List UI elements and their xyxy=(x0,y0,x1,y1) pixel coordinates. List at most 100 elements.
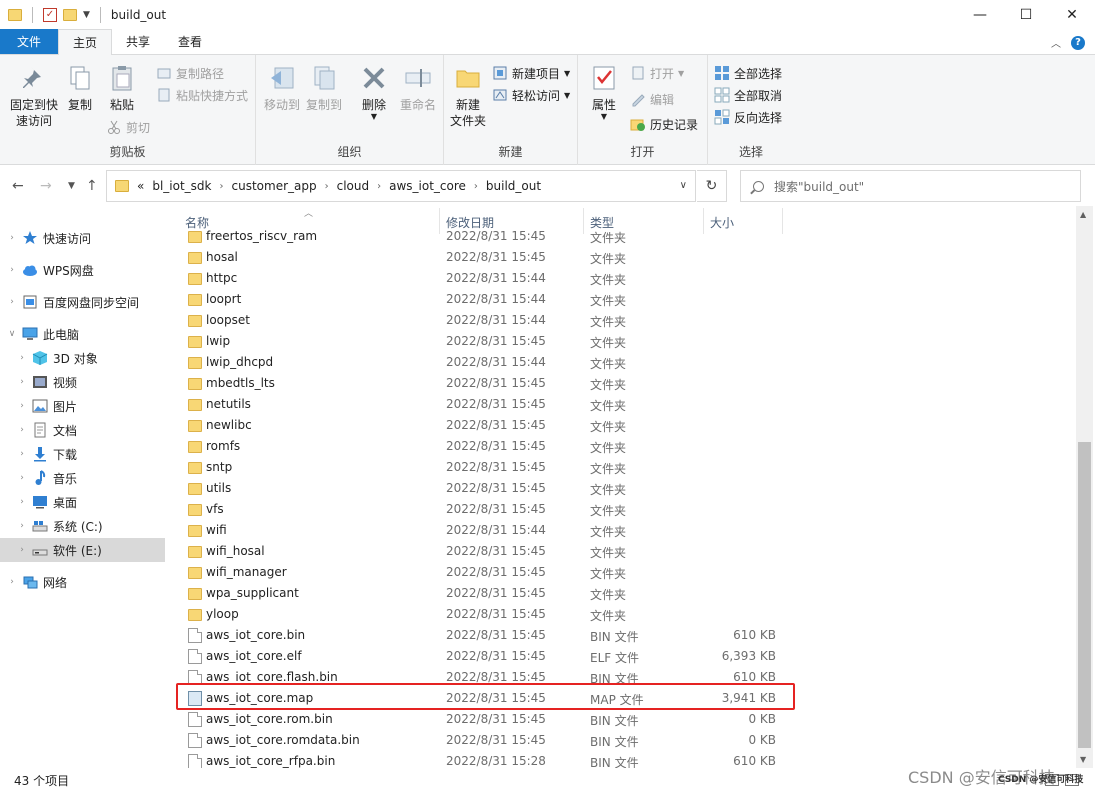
chevron-down-icon[interactable]: ▼ xyxy=(371,113,377,121)
refresh-button[interactable]: ↻ xyxy=(697,170,727,202)
chevron-right-icon[interactable]: › xyxy=(474,181,478,192)
breadcrumb-aws-iot-core[interactable]: aws_iot_core xyxy=(389,179,466,193)
tab-share[interactable]: 共享 xyxy=(112,29,164,54)
scroll-thumb[interactable] xyxy=(1078,442,1091,748)
table-row[interactable]: hosal 2022/8/31 15:45 文件夹 xyxy=(168,247,1076,268)
rename-button[interactable]: 重命名 xyxy=(396,63,440,113)
up-arrow-icon[interactable]: ↑ xyxy=(86,178,98,194)
sidebar-item[interactable]: › 百度网盘同步空间 xyxy=(0,290,165,314)
chevron-down-icon[interactable]: ▼ xyxy=(678,69,684,78)
table-row[interactable]: wpa_supplicant 2022/8/31 15:45 文件夹 xyxy=(168,583,1076,604)
breadcrumb-build-out[interactable]: build_out xyxy=(486,179,541,193)
select-none-button[interactable]: 全部取消 xyxy=(714,85,782,105)
minimize-button[interactable]: — xyxy=(957,0,1003,30)
chevron-down-icon[interactable]: ▼ xyxy=(83,10,90,20)
table-row[interactable]: aws_iot_core.rom.bin 2022/8/31 15:45 BIN 文… xyxy=(168,709,1076,730)
maximize-button[interactable]: ☐ xyxy=(1003,0,1049,30)
chevron-right-icon[interactable]: › xyxy=(16,449,28,459)
tab-file[interactable]: 文件 xyxy=(0,29,58,54)
copy-to-button[interactable]: 复制到 xyxy=(304,63,344,113)
breadcrumb-customer-app[interactable]: customer_app xyxy=(232,179,317,193)
properties-check-icon[interactable]: ✓ xyxy=(43,8,57,22)
cut-button[interactable]: 剪切 xyxy=(106,117,150,137)
table-row[interactable]: sntp 2022/8/31 15:45 文件夹 xyxy=(168,457,1076,478)
chevron-right-icon[interactable]: › xyxy=(220,181,224,192)
table-row[interactable]: wifi 2022/8/31 15:44 文件夹 xyxy=(168,520,1076,541)
chevron-down-icon[interactable]: ▼ xyxy=(601,113,607,121)
new-folder-button[interactable]: 新建 文件夹 xyxy=(448,63,488,129)
table-row[interactable]: aws_iot_core.bin 2022/8/31 15:45 BIN 文件 610… xyxy=(168,625,1076,646)
new-item-button[interactable]: 新建项目 ▼ xyxy=(492,63,570,83)
table-row[interactable]: romfs 2022/8/31 15:45 文件夹 xyxy=(168,436,1076,457)
properties-button[interactable]: 属性 ▼ xyxy=(584,63,624,121)
table-row[interactable]: utils 2022/8/31 15:45 文件夹 xyxy=(168,478,1076,499)
move-to-button[interactable]: 移动到 xyxy=(262,63,302,113)
chevron-right-icon[interactable]: › xyxy=(6,233,18,243)
tab-view[interactable]: 查看 xyxy=(164,29,216,54)
history-button[interactable]: 历史记录 xyxy=(630,114,698,134)
copy-path-button[interactable]: 复制路径 xyxy=(156,63,224,83)
table-row[interactable]: yloop 2022/8/31 15:45 文件夹 xyxy=(168,604,1076,625)
pin-quick-access-button[interactable]: 固定到快 速访问 xyxy=(6,63,62,129)
delete-button[interactable]: 删除 ▼ xyxy=(354,63,394,121)
sidebar-item[interactable]: › 视频 xyxy=(0,370,165,394)
easy-access-button[interactable]: 轻松访问 ▼ xyxy=(492,85,570,105)
sidebar-item[interactable]: › 网络 xyxy=(0,570,165,594)
sidebar-item[interactable]: › 音乐 xyxy=(0,466,165,490)
chevron-down-icon[interactable]: ▼ xyxy=(564,91,570,100)
chevron-right-icon[interactable]: › xyxy=(377,181,381,192)
chevron-right-icon[interactable]: › xyxy=(16,401,28,411)
table-row[interactable]: wifi_hosal 2022/8/31 15:45 文件夹 xyxy=(168,541,1076,562)
sidebar-item[interactable]: › 快速访问 xyxy=(0,226,165,250)
table-row[interactable]: lwip 2022/8/31 15:45 文件夹 xyxy=(168,331,1076,352)
paste-button[interactable]: 粘贴 xyxy=(102,63,142,113)
table-row[interactable]: freertos_riscv_ram 2022/8/31 15:45 文件夹 xyxy=(168,226,1076,247)
sidebar-item[interactable]: › 桌面 xyxy=(0,490,165,514)
chevron-down-icon[interactable]: ▼ xyxy=(564,69,570,78)
address-bar[interactable]: « bl_iot_sdk › customer_app › cloud › aw… xyxy=(106,170,696,202)
table-row[interactable]: wifi_manager 2022/8/31 15:45 文件夹 xyxy=(168,562,1076,583)
table-row[interactable]: netutils 2022/8/31 15:45 文件夹 xyxy=(168,394,1076,415)
chevron-right-icon[interactable]: › xyxy=(325,181,329,192)
scroll-down-icon[interactable]: ▼ xyxy=(1080,755,1086,764)
chevron-right-icon[interactable]: › xyxy=(6,577,18,587)
table-row[interactable]: aws_iot_core.elf 2022/8/31 15:45 ELF 文件 6,3… xyxy=(168,646,1076,667)
sidebar-item[interactable]: › 图片 xyxy=(0,394,165,418)
sidebar-item[interactable]: › 3D 对象 xyxy=(0,346,165,370)
chevron-right-icon[interactable]: › xyxy=(6,297,18,307)
open-button[interactable]: 打开 ▼ xyxy=(630,63,684,83)
chevron-right-icon[interactable]: › xyxy=(16,473,28,483)
table-row[interactable]: mbedtls_lts 2022/8/31 15:45 文件夹 xyxy=(168,373,1076,394)
vertical-scrollbar[interactable]: ▲ ▼ xyxy=(1076,206,1093,768)
chevron-down-icon[interactable]: ∨ xyxy=(680,180,687,191)
copy-button[interactable]: 复制 xyxy=(62,63,98,113)
table-row[interactable]: aws_iot_core.romdata.bin 2022/8/31 15:45 B… xyxy=(168,730,1076,751)
paste-shortcut-button[interactable]: 粘贴快捷方式 xyxy=(156,85,248,105)
breadcrumb-cloud[interactable]: cloud xyxy=(337,179,370,193)
chevron-right-icon[interactable]: › xyxy=(6,265,18,275)
recent-locations-icon[interactable]: ▼ xyxy=(68,181,75,191)
chevron-down-icon[interactable]: ∨ xyxy=(6,329,18,339)
table-row[interactable]: lwip_dhcpd 2022/8/31 15:44 文件夹 xyxy=(168,352,1076,373)
chevron-right-icon[interactable]: › xyxy=(16,545,28,555)
edit-button[interactable]: 编辑 xyxy=(630,89,674,109)
sidebar-item[interactable]: › 下载 xyxy=(0,442,165,466)
breadcrumb-bl-iot-sdk[interactable]: bl_iot_sdk xyxy=(152,179,211,193)
chevron-right-icon[interactable]: › xyxy=(16,425,28,435)
table-row[interactable]: looprt 2022/8/31 15:44 文件夹 xyxy=(168,289,1076,310)
sidebar-item[interactable]: › WPS网盘 xyxy=(0,258,165,282)
search-input[interactable]: 搜索"build_out" xyxy=(740,170,1081,202)
invert-selection-button[interactable]: 反向选择 xyxy=(714,107,782,127)
close-button[interactable]: ✕ xyxy=(1049,0,1095,30)
collapse-ribbon-icon[interactable]: ︿ xyxy=(1051,35,1061,50)
back-arrow-icon[interactable]: ← xyxy=(12,178,24,194)
new-folder-icon[interactable] xyxy=(63,9,77,21)
sidebar-item[interactable]: › 软件 (E:) xyxy=(0,538,165,562)
forward-arrow-icon[interactable]: → xyxy=(40,178,52,194)
tab-home[interactable]: 主页 xyxy=(58,29,113,55)
table-row[interactable]: httpc 2022/8/31 15:44 文件夹 xyxy=(168,268,1076,289)
table-row[interactable]: vfs 2022/8/31 15:45 文件夹 xyxy=(168,499,1076,520)
scroll-up-icon[interactable]: ▲ xyxy=(1080,210,1086,219)
select-all-button[interactable]: 全部选择 xyxy=(714,63,782,83)
chevron-right-icon[interactable]: › xyxy=(16,521,28,531)
